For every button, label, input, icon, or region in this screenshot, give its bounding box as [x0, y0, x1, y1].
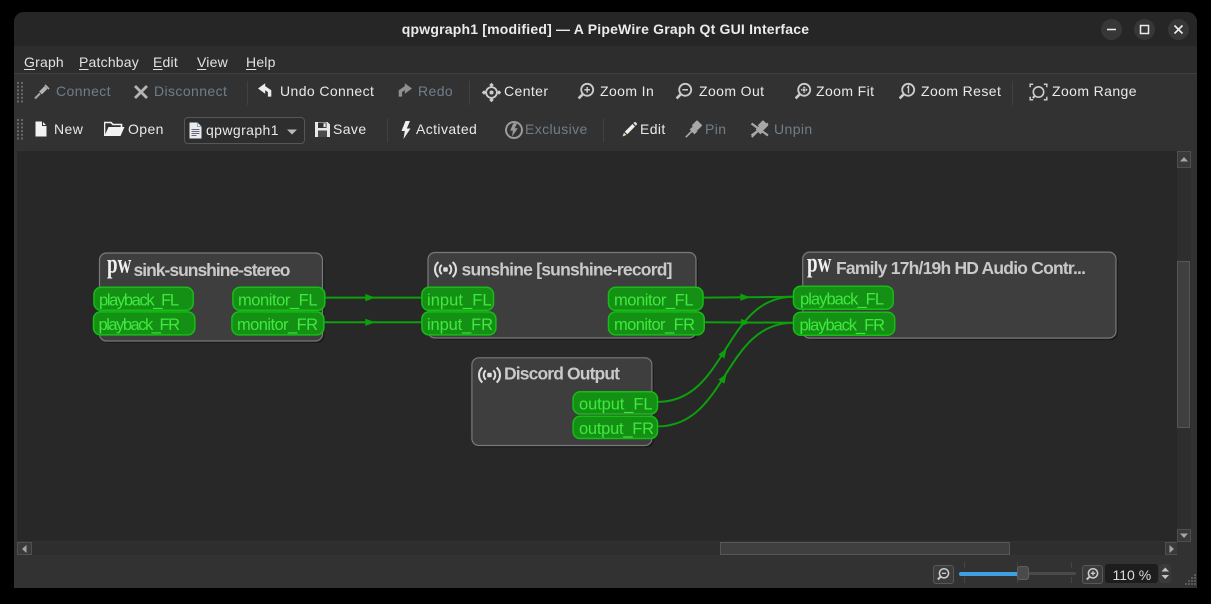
- svg-text:playback_FL: playback_FL: [800, 290, 884, 308]
- svg-text:monitor_FR: monitor_FR: [237, 316, 318, 334]
- svg-text:output_FL: output_FL: [579, 395, 653, 413]
- svg-text:playback_FR: playback_FR: [799, 316, 885, 334]
- svg-text:pw: pw: [807, 248, 831, 278]
- svg-text:Discord Output: Discord Output: [504, 364, 620, 384]
- svg-text:sink-sunshine-stereo: sink-sunshine-stereo: [133, 260, 290, 280]
- svg-text:playback_FL: playback_FL: [99, 292, 179, 310]
- svg-text:input_FR: input_FR: [427, 316, 493, 334]
- svg-text:input_FL: input_FL: [427, 292, 492, 310]
- svg-text:playback_FR: playback_FR: [98, 316, 180, 334]
- svg-text:sunshine [sunshine-record]: sunshine [sunshine-record]: [461, 260, 672, 280]
- svg-text:monitor_FR: monitor_FR: [614, 316, 695, 334]
- svg-text:pw: pw: [107, 249, 131, 279]
- svg-text:monitor_FL: monitor_FL: [614, 292, 694, 310]
- svg-text:Family 17h/19h HD Audio Contr.: Family 17h/19h HD Audio Contr...: [836, 258, 1086, 278]
- svg-text:monitor_FL: monitor_FL: [238, 292, 318, 310]
- svg-text:output_FR: output_FR: [579, 420, 654, 438]
